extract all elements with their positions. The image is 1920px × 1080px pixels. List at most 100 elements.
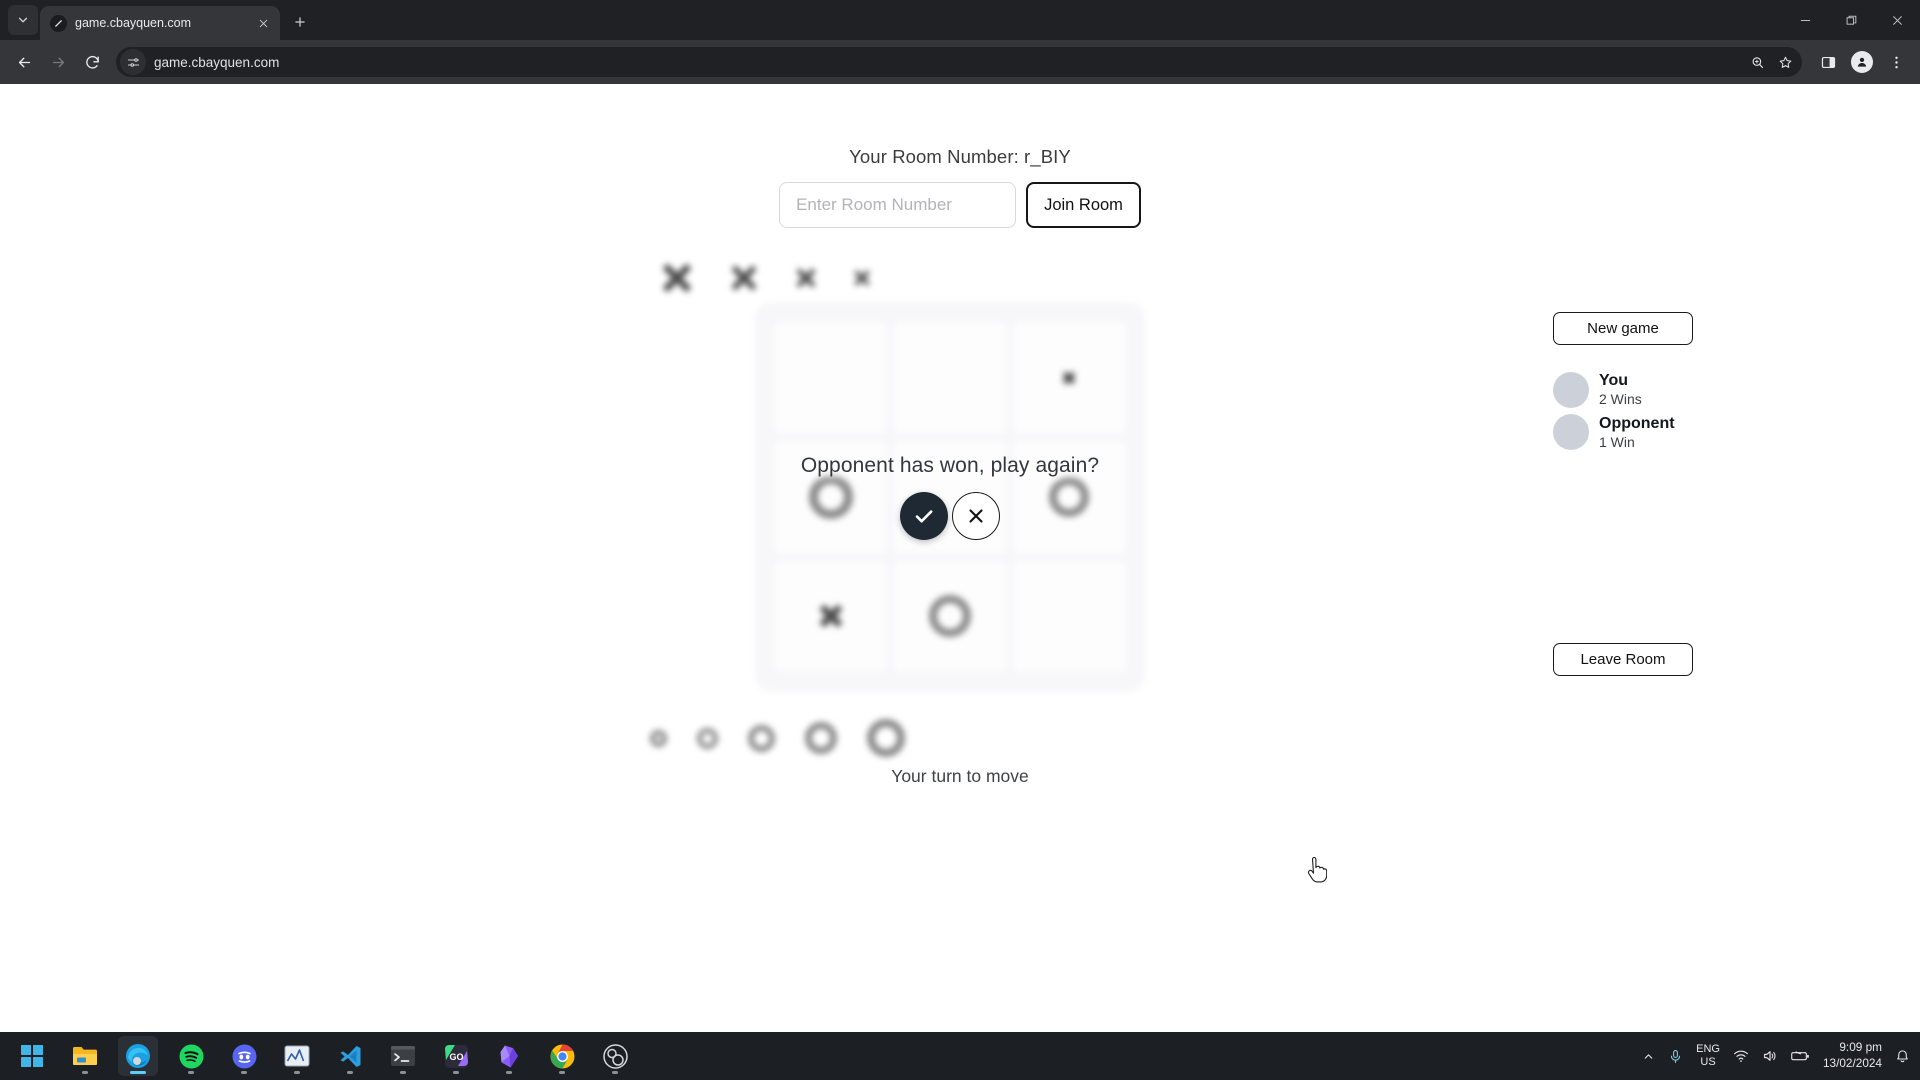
vs-code-icon [340,1045,360,1067]
chevron-up-icon [1644,1053,1653,1059]
back-button[interactable] [8,46,40,78]
close-window-button[interactable] [1874,0,1920,40]
tab-title: game.cbayquen.com [75,16,192,30]
star-icon [1779,56,1791,68]
o-piece [928,595,971,638]
side-panel-icon [1821,56,1835,68]
o-piece [808,474,853,519]
terminal-icon [391,1046,415,1066]
running-indicator [294,1071,300,1074]
forward-arrow-icon [52,57,64,67]
new-tab-button[interactable] [286,8,314,36]
browser-tab[interactable]: game.cbayquen.com [40,6,280,40]
taskbar-item-file-explorer[interactable] [65,1036,105,1076]
dialog-actions [900,492,1000,540]
taskbar-item-microsoft-edge[interactable] [118,1036,158,1076]
google-chrome-icon [550,1044,574,1068]
player-scores: You 2 Wins Opponent 1 Win [1553,371,1753,451]
player-info: You 2 Wins [1599,371,1642,409]
board-cell-8[interactable] [1013,560,1125,672]
running-indicator [241,1071,247,1074]
wifi-button[interactable] [1733,1048,1749,1064]
slash-circle-icon [50,14,67,32]
battery-button[interactable] [1791,1049,1810,1063]
browser-menu-button[interactable] [1880,46,1912,78]
play-again-confirm-button[interactable] [900,492,948,540]
o-piece [748,724,775,752]
running-indicator [559,1071,565,1074]
side-panel-button[interactable] [1812,46,1844,78]
x-piece [794,267,817,290]
board-cell-0[interactable] [775,322,887,434]
taskbar-item-google-chrome[interactable] [542,1036,582,1076]
running-indicator [188,1071,194,1074]
maximize-button[interactable] [1828,0,1874,40]
taskbar-item-chart-app[interactable] [277,1036,317,1076]
search-zoom-icon [1752,56,1763,68]
taskbar-item-discord[interactable] [224,1036,264,1076]
leave-room-button[interactable]: Leave Room [1553,643,1693,676]
start-button[interactable] [12,1036,52,1076]
minimize-button[interactable] [1782,0,1828,40]
taskbar-item-obsidian[interactable] [489,1036,529,1076]
taskbar-icons: GO [12,1036,635,1076]
windows-taskbar: GO ENG US 9:09 pm 13/02/2024 [0,1032,1920,1080]
language-indicator[interactable]: ENG US [1696,1043,1720,1068]
o-piece [805,722,837,754]
taskbar-item-terminal[interactable] [383,1036,423,1076]
clock[interactable]: 9:09 pm 13/02/2024 [1823,1040,1882,1072]
board-cell-3[interactable] [775,441,887,553]
running-indicator [347,1071,353,1074]
back-arrow-icon [18,57,30,67]
url-text: game.cbayquen.com [154,54,280,70]
board-cell-2[interactable] [1013,322,1125,434]
o-piece [867,719,905,757]
goland-icon: GO [444,1044,468,1068]
zoom-indicator-button[interactable] [1744,49,1770,75]
clock-time: 9:09 pm [1839,1040,1882,1055]
speaker-icon [1764,1051,1776,1061]
reload-button[interactable] [76,46,108,78]
taskbar-item-obs-studio[interactable] [595,1036,635,1076]
language-secondary: US [1700,1056,1716,1068]
microsoft-edge-icon [126,1044,150,1068]
spotify-icon [179,1044,203,1068]
tab-search-button[interactable] [8,5,38,35]
microphone-button[interactable] [1668,1049,1683,1064]
restore-icon [1846,15,1856,25]
player-row: You 2 Wins [1553,371,1753,409]
x-piece [1062,371,1076,385]
profile-button[interactable] [1846,46,1878,78]
tune-icon [127,57,139,67]
tray-overflow-button[interactable] [1642,1050,1655,1063]
join-room-button[interactable]: Join Room [1026,182,1141,228]
new-game-button[interactable]: New game [1553,312,1693,345]
taskbar-item-goland[interactable]: GO [436,1036,476,1076]
running-indicator [453,1071,459,1074]
close-icon [969,509,983,523]
check-icon [915,510,933,523]
bell-icon [1897,1049,1908,1062]
taskbar-item-spotify[interactable] [171,1036,211,1076]
board-cell-6[interactable] [775,560,887,672]
forward-button[interactable] [42,46,74,78]
notifications-button[interactable] [1895,1049,1910,1064]
microphone-icon [1671,1049,1681,1063]
bookmark-button[interactable] [1772,49,1798,75]
file-explorer-icon [73,1047,97,1065]
close-icon[interactable] [254,14,272,32]
taskbar-item-vs-code[interactable] [330,1036,370,1076]
volume-button[interactable] [1762,1048,1778,1064]
room-number-input[interactable] [779,182,1017,228]
site-settings-button[interactable] [120,49,146,75]
board-cell-1[interactable] [894,322,1006,434]
address-bar[interactable]: game.cbayquen.com [116,47,1802,77]
three-dot-menu-icon [1894,56,1898,68]
leave-room-wrapper: Leave Room [1553,643,1693,676]
board-cell-5[interactable] [1013,441,1125,553]
player-info: Opponent 1 Win [1599,414,1675,452]
board-cell-7[interactable] [894,560,1006,672]
chart-app-icon [284,1045,310,1067]
play-again-decline-button[interactable] [952,492,1000,540]
close-icon [1892,15,1902,25]
